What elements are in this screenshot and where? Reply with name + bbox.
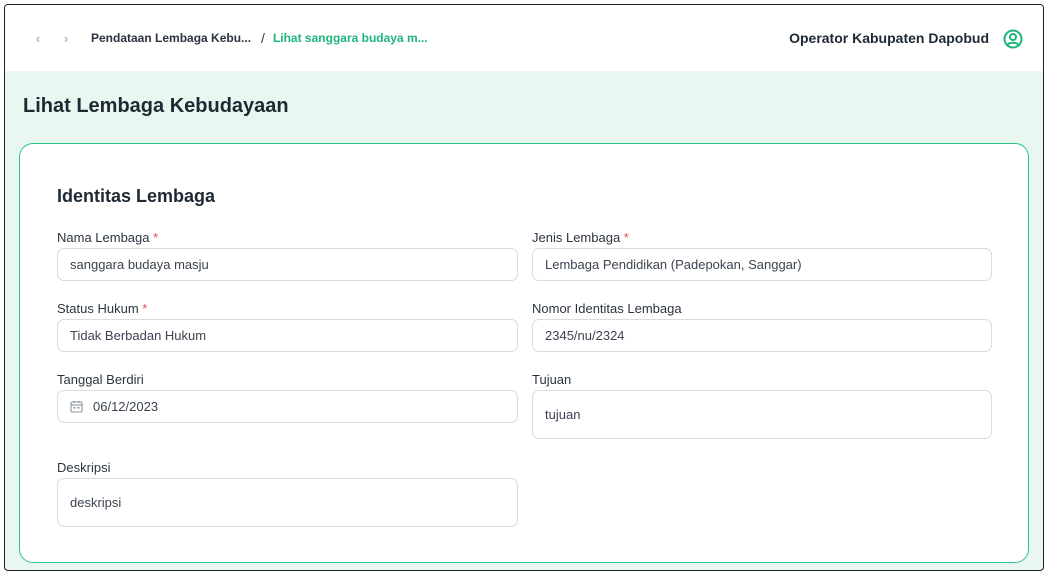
app-window: ‹ › Pendataan Lembaga Kebu... / Lihat sa… [4, 4, 1044, 571]
nama-lembaga-field[interactable]: sanggara budaya masju [57, 248, 518, 281]
calendar-icon [70, 400, 83, 413]
deskripsi-textarea[interactable]: deskripsi [57, 478, 518, 527]
tujuan-label: Tujuan [532, 372, 572, 387]
nama-lembaga-label: Nama Lembaga * [57, 230, 159, 245]
user-circle-icon[interactable] [1003, 29, 1023, 49]
breadcrumb-current: Lihat sanggara budaya m... [272, 31, 428, 45]
tanggal-berdiri-field[interactable]: 06/12/2023 [57, 390, 518, 423]
breadcrumb-separator: / [261, 30, 265, 46]
chevron-right-icon[interactable]: › [55, 27, 77, 49]
chevron-left-icon[interactable]: ‹ [27, 27, 49, 49]
required-marker: * [623, 230, 629, 245]
jenis-lembaga-field[interactable]: Lembaga Pendidikan (Padepokan, Sanggar) [532, 248, 992, 281]
breadcrumb-parent[interactable]: Pendataan Lembaga Kebu... [91, 31, 251, 45]
tujuan-textarea[interactable]: tujuan [532, 390, 992, 439]
status-hukum-label: Status Hukum * [57, 301, 148, 316]
user-name[interactable]: Operator Kabupaten Dapobud [789, 30, 989, 46]
required-marker: * [142, 301, 148, 316]
status-hukum-field[interactable]: Tidak Berbadan Hukum [57, 319, 518, 352]
section-title: Identitas Lembaga [57, 186, 216, 206]
jenis-lembaga-label: Jenis Lembaga * [532, 230, 629, 245]
form-card: Identitas Lembaga Nama Lembaga * sanggar… [19, 143, 1029, 563]
nomor-identitas-label: Nomor Identitas Lembaga [532, 301, 682, 316]
deskripsi-label: Deskripsi [57, 460, 111, 475]
top-bar: ‹ › Pendataan Lembaga Kebu... / Lihat sa… [5, 5, 1043, 71]
required-marker: * [153, 230, 159, 245]
tanggal-berdiri-label: Tanggal Berdiri [57, 372, 144, 387]
page-title: Lihat Lembaga Kebudayaan [23, 95, 289, 117]
nomor-identitas-field[interactable]: 2345/nu/2324 [532, 319, 992, 352]
